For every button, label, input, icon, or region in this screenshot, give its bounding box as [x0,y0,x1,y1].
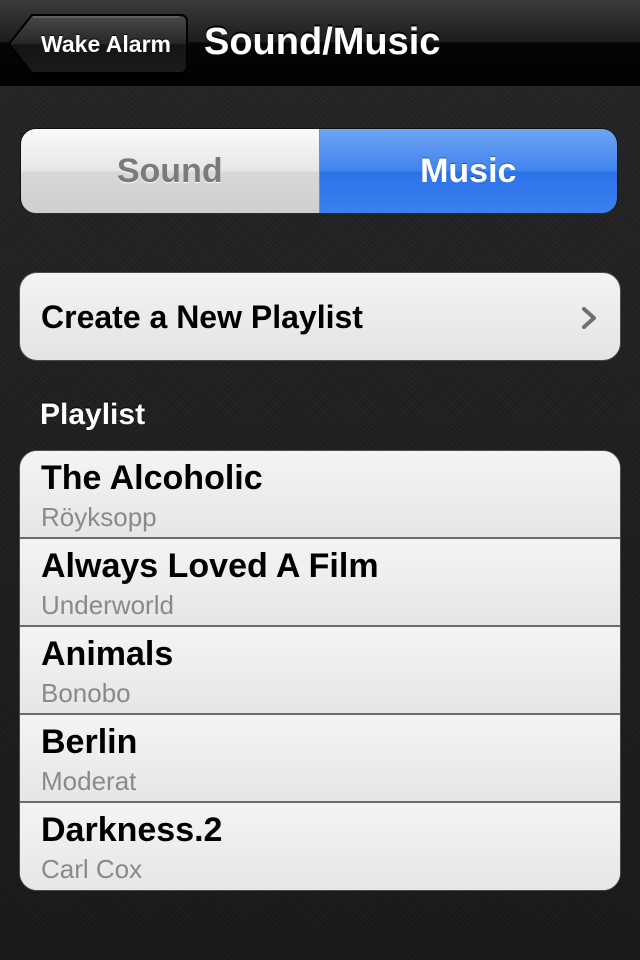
back-button[interactable]: Wake Alarm [8,14,188,74]
playlist-title: Always Loved A Film [41,547,379,585]
playlist-title: Darkness.2 [41,811,223,849]
navigation-bar: Wake Alarm Sound/Music [0,0,640,86]
back-button-label: Wake Alarm [41,31,171,57]
chevron-right-icon [582,307,596,329]
segment-sound[interactable]: Sound [21,129,320,213]
list-item[interactable]: Animals Bonobo [20,627,620,715]
playlist-artist: Carl Cox [41,854,143,884]
list-item[interactable]: The Alcoholic Röyksopp [20,451,620,539]
list-item[interactable]: Always Loved A Film Underworld [20,539,620,627]
playlist-artist: Bonobo [41,678,131,708]
playlist-title: Berlin [41,723,138,761]
playlist-title: The Alcoholic [41,459,263,497]
page-title: Sound/Music [204,21,441,63]
list-item[interactable]: Berlin Moderat [20,715,620,803]
segment-music[interactable]: Music [319,129,617,213]
playlist-list: The Alcoholic Röyksopp Always Loved A Fi… [19,450,621,891]
create-playlist-cell[interactable]: Create a New Playlist [19,272,621,361]
playlist-artist: Moderat [41,766,137,796]
list-item[interactable]: Darkness.2 Carl Cox [20,803,620,890]
playlist-section-header: Playlist [40,398,146,431]
sound-music-segmented-control: Sound Music [21,129,617,213]
playlist-artist: Underworld [41,590,174,620]
playlist-title: Animals [41,635,174,673]
playlist-artist: Röyksopp [41,502,157,532]
create-playlist-label: Create a New Playlist [41,299,363,335]
